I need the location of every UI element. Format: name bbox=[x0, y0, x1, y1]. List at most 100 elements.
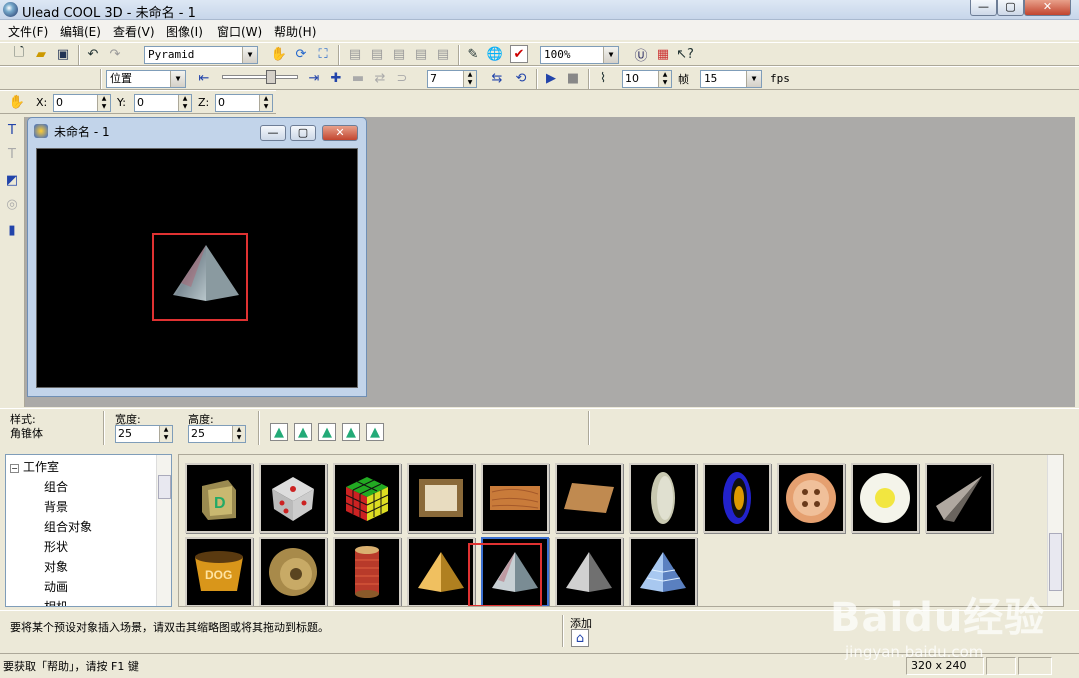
frame-count-spinner[interactable]: 10 ▲ ▼ bbox=[622, 70, 672, 88]
attribute-select[interactable]: 位置 ▼ bbox=[106, 70, 186, 88]
menu-help[interactable]: 帮助(H) bbox=[274, 23, 316, 40]
height-spinner[interactable]: 25 ▲ ▼ bbox=[188, 425, 246, 443]
minimize-button[interactable]: — bbox=[970, 0, 997, 16]
thumb-coin[interactable] bbox=[629, 463, 697, 533]
loop-icon[interactable]: ⇆ bbox=[488, 69, 506, 87]
frame-value: 7 bbox=[430, 72, 437, 85]
undo-icon[interactable]: ↶ bbox=[84, 45, 102, 63]
thumb-cork-board[interactable] bbox=[555, 463, 623, 533]
zoom-select[interactable]: 100% ▼ bbox=[540, 46, 619, 64]
first-key-icon[interactable]: ⇤ bbox=[195, 69, 213, 87]
motion-blur-icon[interactable]: ⌇ bbox=[594, 69, 612, 87]
thumb-dog-bowl[interactable]: DOG bbox=[185, 537, 253, 606]
pingpong-icon[interactable]: ⟲ bbox=[512, 69, 530, 87]
tree-scrollbar[interactable] bbox=[156, 455, 171, 606]
palette-icon[interactable]: ▦ bbox=[654, 45, 672, 63]
save-icon[interactable]: ▣ bbox=[54, 45, 72, 63]
gallery-scrollbar-thumb[interactable] bbox=[1049, 533, 1062, 591]
pyramid-variant-5-icon[interactable]: ▲ bbox=[366, 423, 384, 441]
tree-item-combination[interactable]: 组合 bbox=[44, 478, 68, 495]
pyramid-variant-2-icon[interactable]: ▲ bbox=[294, 423, 312, 441]
stop-icon[interactable]: ■ bbox=[564, 69, 582, 87]
uo-icon[interactable]: Ⓤ bbox=[632, 45, 650, 63]
insert-graphic-icon[interactable]: ◩ bbox=[3, 171, 21, 189]
y-spinner[interactable]: 0 ▲ ▼ bbox=[134, 94, 192, 112]
add-key-icon[interactable]: ✚ bbox=[327, 69, 345, 87]
thumb-egg[interactable] bbox=[851, 463, 919, 533]
pyramid-variant-1-icon[interactable]: ▲ bbox=[270, 423, 288, 441]
stack-icon[interactable]: ▤ bbox=[434, 45, 452, 63]
tree-item-combined-object[interactable]: 组合对象 bbox=[44, 518, 92, 535]
hand-icon[interactable]: ✋ bbox=[8, 93, 26, 111]
insert-text-icon[interactable]: T bbox=[3, 121, 21, 139]
x-spinner[interactable]: 0 ▲ ▼ bbox=[53, 94, 111, 112]
add-to-library-icon[interactable]: ⌂ bbox=[571, 629, 589, 647]
z-spinner[interactable]: 0 ▲ ▼ bbox=[215, 94, 273, 112]
frame-spinner[interactable]: 7 ▲ ▼ bbox=[427, 70, 477, 88]
reverse-icon[interactable]: ⇄ bbox=[371, 69, 389, 87]
tree-root[interactable]: − 工作室 bbox=[10, 458, 59, 475]
last-key-icon[interactable]: ⇥ bbox=[305, 69, 323, 87]
menu-edit[interactable]: 编辑(E) bbox=[60, 23, 101, 40]
globe-icon[interactable]: 🌐 bbox=[486, 45, 504, 63]
render-canvas[interactable] bbox=[36, 148, 358, 388]
collapse-icon[interactable]: − bbox=[10, 464, 19, 473]
remove-key-icon[interactable]: ▬ bbox=[349, 69, 367, 87]
open-folder-icon[interactable]: ▰ bbox=[32, 45, 50, 63]
maximize-button[interactable]: ▢ bbox=[997, 0, 1024, 16]
redo-icon[interactable]: ↷ bbox=[106, 45, 124, 63]
align-icon[interactable]: ▤ bbox=[346, 45, 364, 63]
doc-maximize-button[interactable]: ▢ bbox=[290, 125, 316, 141]
edit-text-icon[interactable]: T bbox=[3, 145, 21, 163]
thumb-stone-pyramid[interactable] bbox=[555, 537, 623, 606]
tree-item-animation[interactable]: 动画 bbox=[44, 578, 68, 595]
new-file-icon[interactable]: 🗋 bbox=[10, 45, 28, 63]
thumb-marble-pyramid[interactable] bbox=[481, 537, 549, 606]
tree-item-camera[interactable]: 相机 bbox=[44, 598, 68, 606]
thumb-button[interactable] bbox=[777, 463, 845, 533]
thumb-block-d[interactable]: D bbox=[185, 463, 253, 533]
insert-shape-icon[interactable]: ▮ bbox=[3, 221, 21, 239]
edit-graphic-icon[interactable]: ◎ bbox=[3, 195, 21, 213]
thumb-wood-plank[interactable] bbox=[481, 463, 549, 533]
paint-icon[interactable]: ✎ bbox=[464, 45, 482, 63]
close-button[interactable]: ✕ bbox=[1024, 0, 1071, 16]
pyramid-variant-3-icon[interactable]: ▲ bbox=[318, 423, 336, 441]
thumb-lock[interactable] bbox=[259, 537, 327, 606]
thumb-blue-disc[interactable] bbox=[703, 463, 771, 533]
rotate-object-icon[interactable]: ⟳ bbox=[292, 45, 310, 63]
smooth-icon[interactable]: ⊃ bbox=[393, 69, 411, 87]
width-spinner[interactable]: 25 ▲ ▼ bbox=[115, 425, 173, 443]
thumb-cone[interactable] bbox=[925, 463, 993, 533]
thumb-gold-pyramid[interactable] bbox=[407, 537, 475, 606]
play-icon[interactable]: ▶ bbox=[542, 69, 560, 87]
tree-item-object[interactable]: 对象 bbox=[44, 558, 68, 575]
distribute-icon[interactable]: ▤ bbox=[412, 45, 430, 63]
doc-minimize-button[interactable]: — bbox=[260, 125, 286, 141]
thumb-rubiks-cube[interactable] bbox=[333, 463, 401, 533]
check-icon[interactable]: ✔ bbox=[510, 45, 528, 63]
timeline-thumb[interactable] bbox=[266, 70, 276, 84]
menu-view[interactable]: 查看(V) bbox=[113, 23, 155, 40]
tree-scrollbar-thumb[interactable] bbox=[158, 475, 171, 499]
doc-close-button[interactable]: ✕ bbox=[322, 125, 358, 141]
help-pointer-icon[interactable]: ↖? bbox=[676, 45, 694, 63]
thumb-spool[interactable] bbox=[333, 537, 401, 606]
fps-select[interactable]: 15 ▼ bbox=[700, 70, 762, 88]
thumb-dice[interactable] bbox=[259, 463, 327, 533]
thumb-glass-pyramid[interactable] bbox=[629, 537, 697, 606]
align-center-icon[interactable]: ▤ bbox=[368, 45, 386, 63]
move-object-icon[interactable]: ✋ bbox=[270, 45, 288, 63]
align-right-icon[interactable]: ▤ bbox=[390, 45, 408, 63]
thumb-picture-frame[interactable] bbox=[407, 463, 475, 533]
tree-item-background[interactable]: 背景 bbox=[44, 498, 68, 515]
tree-item-shape[interactable]: 形状 bbox=[44, 538, 68, 555]
pyramid-variant-4-icon[interactable]: ▲ bbox=[342, 423, 360, 441]
gallery-scrollbar[interactable] bbox=[1047, 455, 1063, 606]
object-select[interactable]: Pyramid ▼ bbox=[144, 46, 258, 64]
menu-window[interactable]: 窗口(W) bbox=[217, 23, 262, 40]
menu-file[interactable]: 文件(F) bbox=[8, 23, 48, 40]
menu-image[interactable]: 图像(I) bbox=[166, 23, 203, 40]
timeline-slider[interactable] bbox=[222, 75, 298, 79]
resize-object-icon[interactable]: ⛶ bbox=[314, 45, 332, 63]
